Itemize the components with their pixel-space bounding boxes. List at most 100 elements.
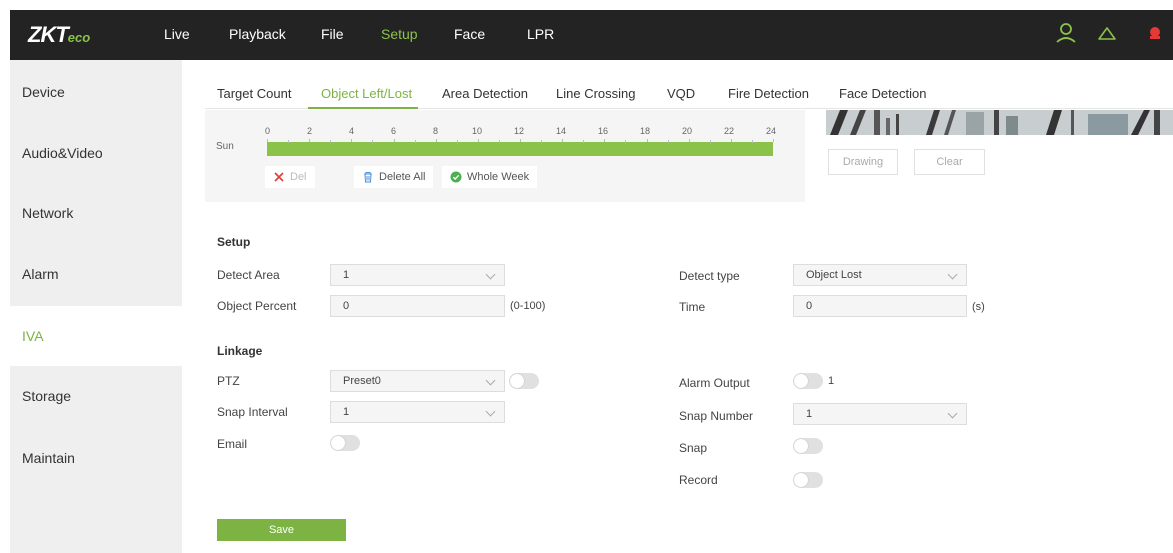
tick-mark [330, 140, 332, 143]
hour-tick-label: 4 [349, 126, 355, 136]
schedule-panel: 0 2 4 6 8 10 12 14 16 18 20 22 24 Sun De… [205, 110, 805, 202]
whole-week-label: Whole Week [467, 171, 530, 183]
day-schedule-bar[interactable] [267, 142, 773, 156]
tick-mark [267, 139, 268, 142]
object-percent-input[interactable]: 0 [330, 295, 505, 317]
check-circle-icon [450, 171, 462, 183]
tick-mark [520, 139, 521, 142]
tick-mark [751, 140, 753, 143]
cloud-icon[interactable] [1096, 22, 1118, 44]
object-percent-value: 0 [343, 300, 350, 312]
nav-playback[interactable]: Playback [229, 26, 286, 42]
tick-mark [625, 140, 627, 143]
time-unit: (s) [972, 301, 985, 313]
sidebar-item-alarm[interactable]: Alarm [10, 244, 182, 304]
tick-mark [646, 139, 648, 142]
detect-type-select[interactable]: Object Lost [793, 264, 967, 286]
tab-face-detection[interactable]: Face Detection [839, 86, 926, 101]
snap-interval-label: Snap Interval [217, 405, 288, 419]
chevron-down-icon [485, 269, 496, 280]
hour-tick-label: 0 [265, 126, 271, 136]
object-percent-range: (0-100) [510, 300, 546, 312]
sidebar-item-iva[interactable]: IVA [10, 306, 182, 366]
tab-object-left-lost[interactable]: Object Left/Lost [321, 86, 412, 101]
del-button[interactable]: Del [265, 166, 315, 188]
hour-tick-label: 16 [598, 126, 609, 136]
tick-mark [393, 139, 395, 142]
record-toggle[interactable] [793, 472, 823, 488]
snap-toggle[interactable] [793, 438, 823, 454]
whole-week-button[interactable]: Whole Week [442, 166, 538, 188]
detect-type-label: Detect type [679, 269, 740, 283]
record-label: Record [679, 473, 718, 487]
ptz-select[interactable]: Preset0 [330, 370, 505, 392]
hour-tick-label: 20 [682, 126, 693, 136]
trash-icon [364, 172, 372, 183]
tick-mark [351, 139, 353, 142]
tab-target-count[interactable]: Target Count [217, 86, 291, 101]
ptz-toggle[interactable] [509, 373, 539, 389]
sidebar-item-device[interactable]: Device [10, 62, 182, 122]
nav-file[interactable]: File [321, 26, 344, 42]
tick-mark [414, 140, 416, 143]
save-button[interactable]: Save [217, 519, 346, 541]
detect-area-select[interactable]: 1 [330, 264, 505, 286]
detect-area-value: 1 [343, 269, 350, 281]
snap-number-select[interactable]: 1 [793, 403, 967, 425]
sidebar: Device Audio&Video Network Alarm IVA Sto… [10, 60, 182, 553]
sidebar-item-maintain[interactable]: Maintain [10, 428, 182, 488]
linkage-title: Linkage [217, 344, 263, 358]
tick-mark [456, 140, 458, 143]
tick-mark [730, 139, 732, 142]
tick-mark [583, 140, 585, 143]
tab-area-detection[interactable]: Area Detection [442, 86, 528, 101]
delete-all-label: Delete All [379, 171, 426, 183]
sidebar-item-storage[interactable]: Storage [10, 366, 182, 426]
tick-mark [498, 140, 500, 143]
del-label: Del [290, 171, 307, 183]
setup-title: Setup [217, 235, 251, 249]
alarm-output-toggle[interactable] [793, 373, 823, 389]
time-input[interactable]: 0 [793, 295, 967, 317]
email-toggle[interactable] [330, 435, 360, 451]
sidebar-item-audio-video[interactable]: Audio&Video [10, 123, 182, 183]
close-icon [274, 172, 284, 182]
tick-mark [435, 139, 437, 142]
hour-tick-label: 14 [556, 126, 567, 136]
hour-tick-label: 22 [724, 126, 735, 136]
hour-tick-label: 2 [307, 126, 313, 136]
delete-all-button[interactable]: Delete All [354, 166, 434, 188]
tick-mark [688, 139, 690, 142]
active-tab-indicator [308, 107, 418, 109]
snap-number-label: Snap Number [679, 409, 754, 423]
tick-mark [477, 139, 479, 142]
hour-tick-label: 8 [433, 126, 439, 136]
detect-area-label: Detect Area [217, 268, 280, 282]
nav-setup[interactable]: Setup [381, 26, 418, 42]
alarm-icon[interactable] [1144, 22, 1166, 44]
video-preview[interactable] [826, 110, 1173, 135]
snap-number-value: 1 [806, 408, 813, 420]
email-label: Email [217, 437, 248, 451]
user-icon[interactable] [1055, 22, 1077, 44]
nav-lpr[interactable]: LPR [527, 26, 554, 42]
tab-line-crossing[interactable]: Line Crossing [556, 86, 636, 101]
hour-tick-label: 18 [640, 126, 651, 136]
hour-tick-label: 12 [514, 126, 525, 136]
nav-live[interactable]: Live [164, 26, 190, 42]
tick-mark [541, 140, 543, 143]
drawing-button[interactable]: Drawing [828, 149, 898, 175]
snap-interval-select[interactable]: 1 [330, 401, 505, 423]
chevron-down-icon [947, 408, 958, 419]
sidebar-item-network[interactable]: Network [10, 183, 182, 243]
tick-mark [309, 139, 311, 142]
ptz-value: Preset0 [343, 375, 381, 387]
alarm-output-label: Alarm Output [679, 376, 750, 390]
snap-label: Snap [679, 441, 708, 455]
time-value: 0 [806, 300, 813, 312]
tab-vqd[interactable]: VQD [667, 86, 695, 101]
clear-button[interactable]: Clear [914, 149, 985, 175]
chevron-down-icon [485, 406, 496, 417]
tab-fire-detection[interactable]: Fire Detection [728, 86, 809, 101]
nav-face[interactable]: Face [454, 26, 485, 42]
